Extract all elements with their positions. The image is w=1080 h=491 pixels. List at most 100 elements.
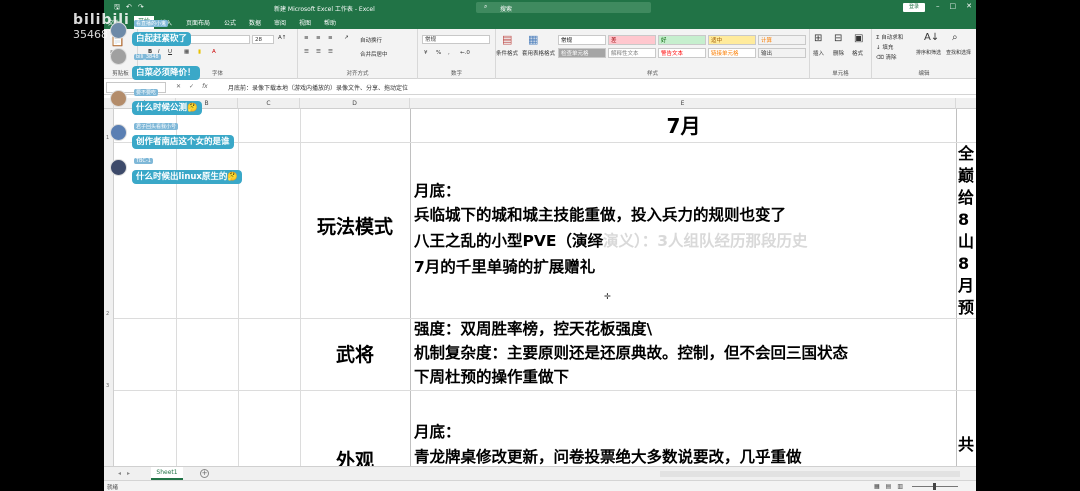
increase-decimal-icon[interactable]: ←.0 — [460, 50, 470, 56]
merge-center-button[interactable]: 合并后居中 — [360, 50, 388, 58]
fill-color-icon[interactable]: ▮ — [198, 49, 201, 55]
overflow-char: 山 — [958, 232, 975, 251]
font-color-icon[interactable]: A — [212, 49, 216, 55]
cell-style-option[interactable]: 计算 — [758, 35, 806, 45]
sheet-tab-sheet1[interactable]: Sheet1 — [151, 467, 183, 480]
border-icon[interactable]: ▦ — [184, 49, 189, 55]
generals-line-2[interactable]: 机制复杂度：主要原则还是还原典故。控制，但不会回三国状态 — [414, 342, 848, 365]
tab-page-layout[interactable]: 页面布局 — [186, 18, 210, 27]
gameplay-line-1[interactable]: 月底： — [414, 180, 461, 203]
cell-style-option[interactable]: 输出 — [758, 48, 806, 58]
cell-style-option[interactable]: 适中 — [708, 35, 756, 45]
tab-formulas[interactable]: 公式 — [224, 18, 236, 27]
cell-style-option[interactable]: 差 — [608, 35, 656, 45]
wrap-text-button[interactable]: 自动换行 — [360, 36, 382, 44]
clear-button[interactable]: ⌫ 清除 — [876, 53, 897, 61]
page-layout-icon[interactable]: ▤ — [886, 483, 892, 490]
align-top-icon[interactable]: ≡ — [304, 35, 309, 41]
avatar — [110, 159, 127, 176]
find-select-button[interactable]: 查找和选择 — [946, 49, 971, 56]
horizontal-scrollbar[interactable] — [660, 471, 960, 477]
minimize-icon[interactable]: – — [936, 2, 940, 10]
gameplay-line-3[interactable]: 八王之乱的小型PVE（演绎演义）：3人组队经历那段历史 — [414, 230, 808, 253]
formula-input[interactable]: 月底前：录像下载本地（游戏内播放的）录像文件、分享、拖动定位 — [228, 83, 408, 92]
gameplay-line-2[interactable]: 兵临城下的城和城主技能重做，投入兵力的规则也变了 — [414, 204, 786, 227]
styles-label: 样式 — [646, 71, 658, 77]
fill-label: 填充 — [882, 45, 894, 51]
overflow-text-top: 全 巅 给 8 山 8月 预 — [958, 143, 976, 319]
search-placeholder: 搜索 — [500, 6, 513, 13]
gameplay-label-cell[interactable]: 玩法模式 — [300, 212, 410, 239]
cancel-icon[interactable]: ✕ — [176, 83, 181, 90]
tab-help[interactable]: 帮助 — [324, 18, 336, 27]
close-icon[interactable]: ✕ — [966, 2, 972, 10]
formula-icons: ✕ ✓ fx — [176, 83, 208, 90]
avatar — [110, 90, 127, 107]
title-bar: 🖫 ↶ ↷ 新建 Microsoft Excel 工作表 - Excel ⌕ 搜… — [104, 0, 976, 15]
format-cells-button[interactable]: 格式 — [852, 49, 863, 57]
ribbon: 📋 粘贴 剪贴板 28 A↑ B I U ▦ ▮ A 字体 ≡ ≡ ≡ ↗ — [104, 29, 976, 79]
cell-style-option[interactable]: 常规 — [558, 35, 606, 45]
align-left-icon[interactable]: ☰ — [304, 49, 309, 55]
align-center-icon[interactable]: ☰ — [316, 49, 321, 55]
month-title-cell[interactable]: 7月 — [411, 110, 956, 142]
row-number: 3 — [106, 383, 110, 389]
number-format-field[interactable]: 常规 — [422, 35, 490, 44]
comma-icon[interactable]: , — [448, 50, 450, 56]
tab-review[interactable]: 审阅 — [274, 18, 286, 27]
generals-line-1[interactable]: 强度：双周胜率榜，控天花板强度\ — [414, 318, 652, 341]
row-header-3[interactable]: 3 — [104, 318, 114, 390]
sort-filter-button[interactable]: 排序和筛选 — [916, 49, 941, 56]
add-sheet-icon[interactable]: + — [200, 469, 209, 478]
row-header-4[interactable] — [104, 390, 114, 466]
chat-message-text: 什么时候公测 — [136, 103, 188, 113]
cell-style-option[interactable]: 检查单元格 — [558, 48, 606, 58]
zoom-slider-knob[interactable] — [933, 483, 936, 490]
overflow-char: 巅 — [958, 166, 975, 185]
login-button[interactable]: 登录 — [903, 3, 925, 12]
align-bottom-icon[interactable]: ≡ — [328, 35, 333, 41]
column-header-f[interactable] — [956, 98, 976, 109]
find-icon: ⌕ — [952, 32, 958, 43]
normal-view-icon[interactable]: ▦ — [874, 483, 880, 490]
appearance-line-1[interactable]: 月底： — [414, 421, 461, 444]
tab-data[interactable]: 数据 — [249, 18, 261, 27]
search-box[interactable]: ⌕ 搜索 — [476, 2, 651, 13]
function-icon[interactable]: fx — [202, 83, 208, 90]
gameplay-line-4[interactable]: 7月的千里单骑的扩展赠礼 — [414, 256, 595, 279]
generals-label-cell[interactable]: 武将 — [300, 340, 410, 367]
cell-style-option[interactable]: 解释性文本 — [608, 48, 656, 58]
font-size-field[interactable]: 28 — [252, 35, 274, 44]
align-right-icon[interactable]: ☰ — [328, 49, 333, 55]
ribbon-tabs: 文件 开始 插入 页面布局 公式 数据 审阅 视图 帮助 — [104, 15, 976, 29]
column-header-e[interactable]: E — [410, 98, 956, 109]
gameplay-line-3-ghost: 演义）：3人组队经历那段历史 — [602, 232, 808, 250]
autosum-button[interactable]: Σ 自动求和 — [876, 33, 903, 41]
percent-icon[interactable]: % — [436, 50, 441, 56]
delete-cells-button[interactable]: 删除 — [833, 49, 844, 57]
cell-style-option[interactable]: 警告文本 — [658, 48, 706, 58]
insert-cells-button[interactable]: 插入 — [813, 49, 824, 57]
fill-button[interactable]: ↓ 填充 — [876, 43, 893, 51]
underline-button[interactable]: U — [168, 49, 172, 55]
align-middle-icon[interactable]: ≡ — [316, 35, 321, 41]
column-header-d[interactable]: D — [300, 98, 410, 109]
sheet-nav-arrows[interactable]: ◂▸ — [118, 470, 136, 477]
page-break-icon[interactable]: ▥ — [897, 483, 903, 490]
cell-cursor-icon: ✛ — [604, 292, 611, 301]
tab-view[interactable]: 视图 — [299, 18, 311, 27]
orientation-icon[interactable]: ↗ — [344, 35, 349, 41]
overflow-char: 8 — [958, 210, 970, 229]
enter-icon[interactable]: ✓ — [189, 83, 194, 90]
currency-icon[interactable]: ¥ — [424, 50, 428, 56]
column-header-c[interactable]: C — [238, 98, 300, 109]
table-format-button[interactable]: 套用表格格式 — [522, 49, 555, 57]
redo-icon[interactable]: ↷ — [138, 3, 144, 14]
generals-line-3[interactable]: 下周杜预的操作重做下 — [414, 366, 569, 389]
conditional-format-button[interactable]: 条件格式 — [496, 49, 518, 57]
autosum-label: 自动求和 — [881, 35, 904, 41]
maximize-icon[interactable]: □ — [950, 2, 957, 10]
cell-style-option[interactable]: 好 — [658, 35, 706, 45]
cell-style-option[interactable]: 链接单元格 — [708, 48, 756, 58]
grow-font-icon[interactable]: A↑ — [278, 35, 286, 41]
